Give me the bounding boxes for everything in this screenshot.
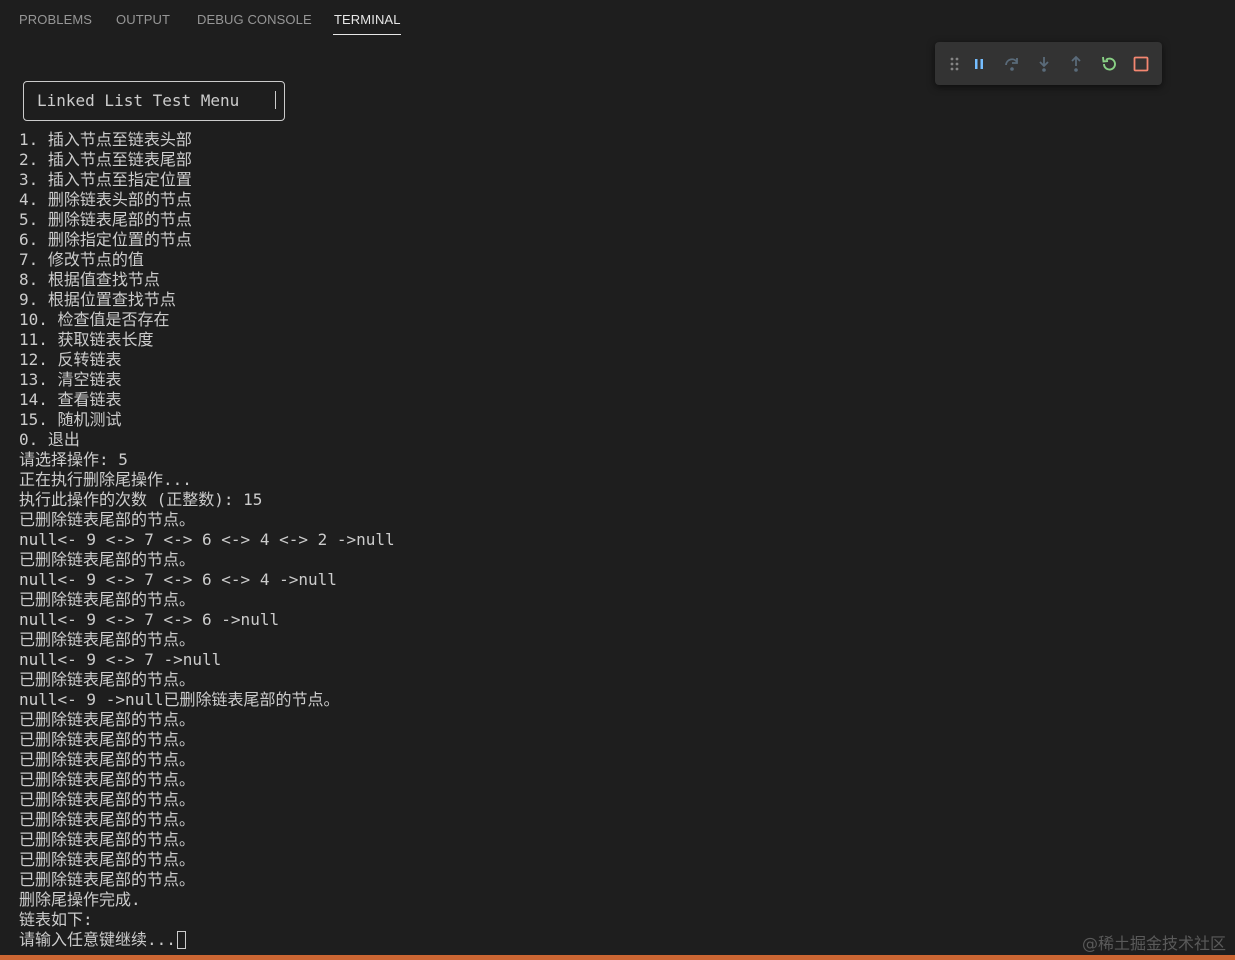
terminal-line: 已删除链表尾部的节点。	[19, 630, 196, 649]
terminal-line: 链表如下:	[19, 910, 93, 929]
terminal-line: 删除尾操作完成.	[19, 890, 141, 909]
drag-handle-icon[interactable]	[944, 53, 966, 75]
restart-button[interactable]	[1098, 53, 1120, 75]
terminal-line: 10. 检查值是否存在	[19, 310, 170, 329]
terminal-line: null<- 9 <-> 7 <-> 6 ->null	[19, 610, 280, 629]
tab-terminal[interactable]: TERMINAL	[334, 12, 401, 27]
terminal-line: 3. 插入节点至指定位置	[19, 170, 192, 189]
terminal-line: 6. 删除指定位置的节点	[19, 230, 192, 249]
step-out-button[interactable]	[1065, 53, 1087, 75]
terminal-line: null<- 9 <-> 7 ->null	[19, 650, 222, 669]
terminal-line: 正在执行删除尾操作...	[19, 470, 192, 489]
step-over-button[interactable]	[1001, 53, 1023, 75]
terminal-line: 4. 删除链表头部的节点	[19, 190, 192, 209]
panel-tab-bar: PROBLEMS OUTPUT DEBUG CONSOLE TERMINAL	[0, 0, 1235, 40]
debug-toolbar	[935, 42, 1162, 85]
terminal-line: 请选择操作: 5	[19, 450, 128, 469]
terminal-line: 已删除链表尾部的节点。	[19, 870, 196, 889]
menu-title: Linked List Test Menu	[37, 91, 240, 110]
terminal-line: 2. 插入节点至链表尾部	[19, 150, 192, 169]
terminal-cursor	[176, 931, 186, 949]
step-over-icon	[1005, 58, 1018, 71]
terminal-line: 9. 根据位置查找节点	[19, 290, 176, 309]
terminal-line: 已删除链表尾部的节点。	[19, 510, 196, 529]
terminal-line: null<- 9 <-> 7 <-> 6 <-> 4 ->null	[19, 570, 337, 589]
terminal-line: 已删除链表尾部的节点。	[19, 670, 196, 689]
status-bar	[0, 955, 1235, 960]
terminal-line: 已删除链表尾部的节点。	[19, 730, 196, 749]
terminal-prompt: 请输入任意键继续...	[19, 930, 176, 949]
pause-button[interactable]	[968, 53, 990, 75]
terminal-line: 已删除链表尾部的节点。	[19, 710, 196, 729]
terminal-line: 已删除链表尾部的节点。	[19, 550, 196, 569]
terminal-line: 15. 随机测试	[19, 410, 122, 429]
terminal-line: 11. 获取链表长度	[19, 330, 154, 349]
stop-icon	[1133, 56, 1149, 72]
terminal-output: 1. 插入节点至链表头部 2. 插入节点至链表尾部 3. 插入节点至指定位置 4. 删…	[19, 130, 395, 950]
terminal-line: 已删除链表尾部的节点。	[19, 590, 196, 609]
step-into-icon	[1039, 57, 1049, 72]
terminal-line: 13. 清空链表	[19, 370, 122, 389]
step-out-icon	[1071, 55, 1081, 72]
terminal-line: 1. 插入节点至链表头部	[19, 130, 192, 149]
terminal-line: 已删除链表尾部的节点。	[19, 790, 196, 809]
terminal-line: 12. 反转链表	[19, 350, 122, 369]
restart-icon	[1102, 56, 1116, 71]
terminal-line: 已删除链表尾部的节点。	[19, 810, 196, 829]
terminal-prompt-line[interactable]: 请输入任意键继续...	[19, 930, 395, 950]
terminal-line: 8. 根据值查找节点	[19, 270, 160, 289]
terminal-line: 7. 修改节点的值	[19, 250, 144, 269]
pause-icon	[975, 59, 983, 69]
terminal-line: 0. 退出	[19, 430, 80, 449]
terminal-line: 14. 查看链表	[19, 390, 122, 409]
step-into-button[interactable]	[1033, 53, 1055, 75]
tab-problems[interactable]: PROBLEMS	[19, 12, 92, 27]
tab-output[interactable]: OUTPUT	[116, 12, 170, 27]
terminal-line: 已删除链表尾部的节点。	[19, 830, 196, 849]
terminal-line: null<- 9 <-> 7 <-> 6 <-> 4 <-> 2 ->null	[19, 530, 395, 549]
watermark: @稀土掘金技术社区	[1081, 934, 1226, 953]
tab-debug-console[interactable]: DEBUG CONSOLE	[197, 12, 312, 27]
terminal-line: 执行此操作的次数 (正整数): 15	[19, 490, 263, 509]
terminal-line: 已删除链表尾部的节点。	[19, 770, 196, 789]
terminal-line: 已删除链表尾部的节点。	[19, 750, 196, 769]
terminal-line: 已删除链表尾部的节点。	[19, 850, 196, 869]
terminal-line: 5. 删除链表尾部的节点	[19, 210, 192, 229]
active-tab-indicator	[333, 34, 401, 35]
terminal-line: null<- 9 ->null已删除链表尾部的节点。	[19, 690, 340, 709]
stop-button[interactable]	[1130, 53, 1152, 75]
menu-title-divider	[275, 91, 276, 109]
